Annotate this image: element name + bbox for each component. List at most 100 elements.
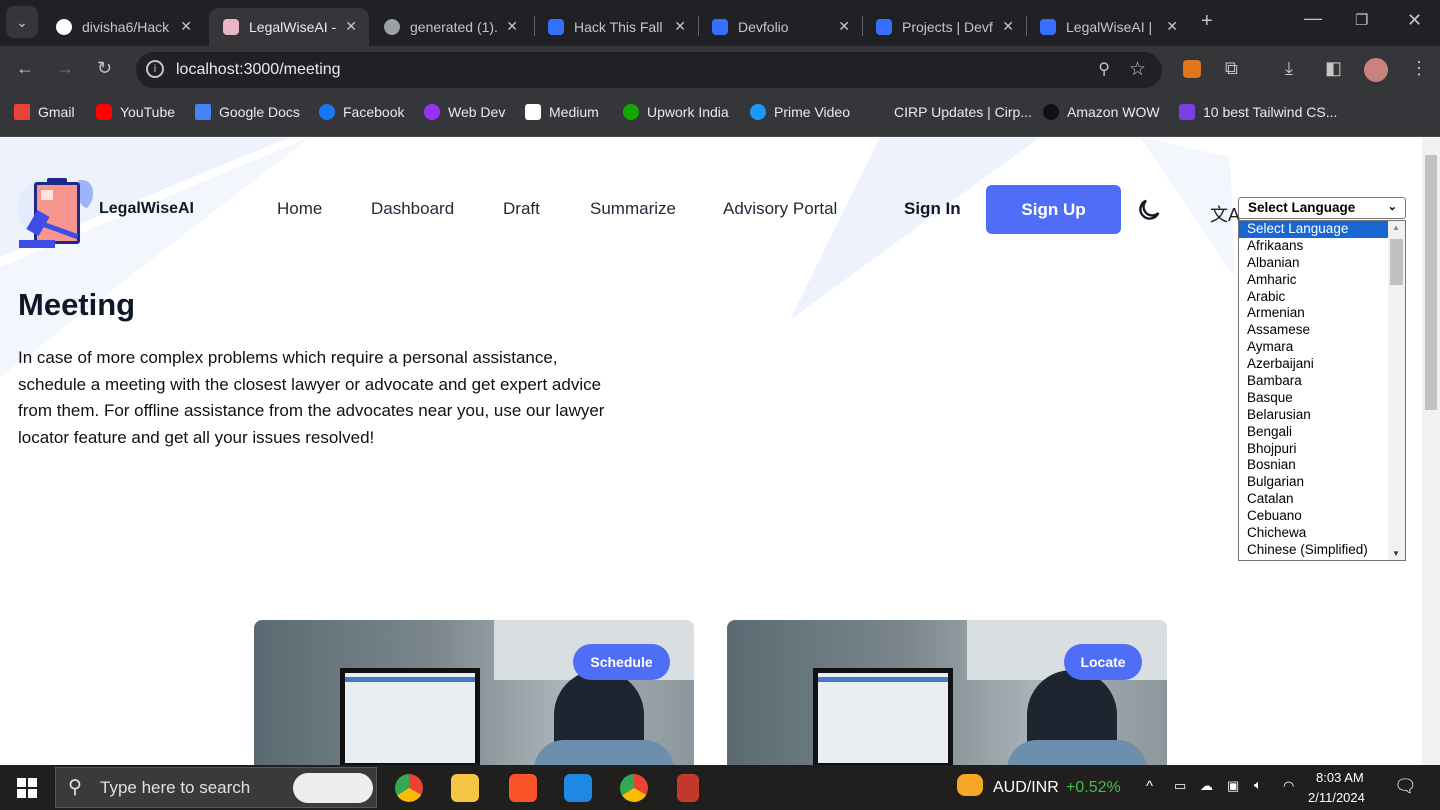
- bookmark[interactable]: Upwork India: [623, 104, 729, 120]
- scroll-down-icon[interactable]: ▼: [1392, 549, 1400, 558]
- language-option[interactable]: Arabic: [1239, 289, 1388, 306]
- chrome-icon[interactable]: [620, 774, 648, 802]
- taskbar-search[interactable]: ⚲ Type here to search: [55, 767, 377, 808]
- bookmark[interactable]: Web Dev: [424, 104, 505, 120]
- ticker-symbol[interactable]: AUD/INR: [993, 779, 1059, 797]
- close-tab-icon[interactable]: ✕: [180, 18, 192, 35]
- close-tab-icon[interactable]: ✕: [506, 18, 518, 35]
- bookmark[interactable]: Google Docs: [195, 104, 300, 120]
- minimize-icon[interactable]: —: [1304, 8, 1322, 29]
- bookmark[interactable]: YouTube: [96, 104, 175, 120]
- new-tab-icon[interactable]: +: [1201, 10, 1213, 33]
- file-explorer-icon[interactable]: [451, 774, 479, 802]
- bookmark[interactable]: 10 best Tailwind CS...: [1179, 104, 1337, 120]
- address-bar[interactable]: i localhost:3000/meeting ⚲ ☆: [136, 52, 1162, 88]
- extensions-icon[interactable]: ⧉: [1225, 58, 1238, 79]
- side-panel-icon[interactable]: ◧: [1325, 58, 1342, 79]
- sign-in-link[interactable]: Sign In: [904, 199, 961, 219]
- nav-home[interactable]: Home: [277, 199, 322, 219]
- language-dropdown-list[interactable]: ▲ ▼ Select Language Afrikaans Albanian Amha…: [1238, 220, 1406, 561]
- nav-dashboard[interactable]: Dashboard: [371, 199, 454, 219]
- menu-icon[interactable]: ⋮: [1410, 58, 1428, 79]
- chrome-icon[interactable]: [395, 774, 423, 802]
- language-option[interactable]: Bhojpuri: [1239, 441, 1388, 458]
- bookmark[interactable]: Facebook: [319, 104, 404, 120]
- language-option[interactable]: Bengali: [1239, 424, 1388, 441]
- windows-start-icon[interactable]: [17, 778, 37, 798]
- tab[interactable]: LegalWiseAI | ✕: [1026, 8, 1190, 46]
- language-option[interactable]: Armenian: [1239, 305, 1388, 322]
- close-tab-icon[interactable]: ✕: [345, 18, 357, 35]
- notification-icon[interactable]: 🗨︎: [1394, 776, 1417, 797]
- language-option[interactable]: Chichewa: [1239, 525, 1388, 542]
- site-info-icon[interactable]: i: [146, 60, 164, 78]
- download-icon[interactable]: ⤓: [1285, 58, 1293, 79]
- close-tab-icon[interactable]: ✕: [838, 18, 850, 35]
- language-option[interactable]: Chinese (Simplified): [1239, 542, 1388, 559]
- bookmark[interactable]: Prime Video: [750, 104, 850, 120]
- meet-icon[interactable]: ▭: [1174, 778, 1186, 794]
- bookmark[interactable]: Gmail: [14, 104, 75, 120]
- forward-icon[interactable]: →: [56, 58, 74, 79]
- copilot-icon[interactable]: [293, 773, 373, 803]
- clock-date[interactable]: 2/11/2024: [1308, 790, 1365, 805]
- display-icon[interactable]: ▣: [1227, 778, 1239, 794]
- dropdown-scrollbar[interactable]: ▲ ▼: [1388, 221, 1405, 560]
- language-option[interactable]: Belarusian: [1239, 407, 1388, 424]
- reload-icon[interactable]: ↻: [97, 58, 112, 79]
- language-select[interactable]: Select Language ⌄: [1238, 197, 1406, 219]
- language-option[interactable]: Bambara: [1239, 373, 1388, 390]
- clock-time[interactable]: 8:03 AM: [1316, 770, 1364, 785]
- zoom-icon[interactable]: ⚲: [1098, 59, 1110, 79]
- back-icon[interactable]: ←: [16, 58, 34, 79]
- close-tab-icon[interactable]: ✕: [674, 18, 686, 35]
- restore-icon[interactable]: ❐: [1355, 11, 1368, 29]
- nav-summarize[interactable]: Summarize: [590, 199, 676, 219]
- language-option[interactable]: Cebuano: [1239, 508, 1388, 525]
- language-option[interactable]: Bulgarian: [1239, 474, 1388, 491]
- locate-button[interactable]: Locate: [1064, 644, 1142, 680]
- bookmark[interactable]: CIRP Updates | Cirp...: [894, 104, 1032, 120]
- language-option[interactable]: Catalan: [1239, 491, 1388, 508]
- language-option[interactable]: Bosnian: [1239, 457, 1388, 474]
- tab-search-button[interactable]: ⌄: [6, 6, 38, 38]
- metamask-icon[interactable]: [1183, 60, 1201, 78]
- sign-up-button[interactable]: Sign Up: [986, 185, 1121, 234]
- language-option[interactable]: Select Language: [1239, 221, 1388, 238]
- language-option[interactable]: Azerbaijani: [1239, 356, 1388, 373]
- devfolio-icon: [876, 19, 892, 35]
- tab[interactable]: Hack This Fall ✕: [534, 8, 698, 46]
- nav-advisory-portal[interactable]: Advisory Portal: [723, 199, 837, 219]
- language-option[interactable]: Amharic: [1239, 272, 1388, 289]
- brave-icon[interactable]: [509, 774, 537, 802]
- moon-icon[interactable]: [1135, 196, 1163, 224]
- chevron-up-icon[interactable]: ^: [1146, 778, 1153, 795]
- tab[interactable]: Devfolio ✕: [698, 8, 862, 46]
- bookmark[interactable]: Amazon WOW: [1043, 104, 1160, 120]
- onedrive-icon[interactable]: ☁: [1200, 778, 1213, 794]
- tab-active[interactable]: LegalWiseAI - ✕: [209, 8, 369, 46]
- language-option[interactable]: Basque: [1239, 390, 1388, 407]
- vscode-icon[interactable]: [564, 774, 592, 802]
- page-scrollbar[interactable]: [1422, 137, 1440, 765]
- close-window-icon[interactable]: ✕: [1407, 10, 1422, 31]
- brand-name[interactable]: LegalWiseAI: [99, 200, 194, 218]
- close-tab-icon[interactable]: ✕: [1002, 18, 1014, 35]
- language-option[interactable]: Assamese: [1239, 322, 1388, 339]
- tab[interactable]: divisha6/Hack ✕: [42, 8, 204, 46]
- profile-avatar[interactable]: [1364, 58, 1388, 82]
- volume-icon[interactable]: 🔈︎: [1254, 777, 1262, 793]
- tab[interactable]: generated (1). ✕: [370, 8, 530, 46]
- close-tab-icon[interactable]: ✕: [1166, 18, 1178, 35]
- language-option[interactable]: Afrikaans: [1239, 238, 1388, 255]
- language-option[interactable]: Aymara: [1239, 339, 1388, 356]
- bookmark-star-icon[interactable]: ☆: [1129, 58, 1146, 81]
- nav-draft[interactable]: Draft: [503, 199, 540, 219]
- bookmark[interactable]: Medium: [525, 104, 599, 120]
- tab[interactable]: Projects | Devf ✕: [862, 8, 1026, 46]
- scroll-up-icon[interactable]: ▲: [1392, 223, 1400, 232]
- wifi-icon[interactable]: ◠: [1283, 778, 1294, 794]
- snipping-tool-icon[interactable]: [677, 774, 699, 802]
- language-option[interactable]: Albanian: [1239, 255, 1388, 272]
- schedule-button[interactable]: Schedule: [573, 644, 670, 680]
